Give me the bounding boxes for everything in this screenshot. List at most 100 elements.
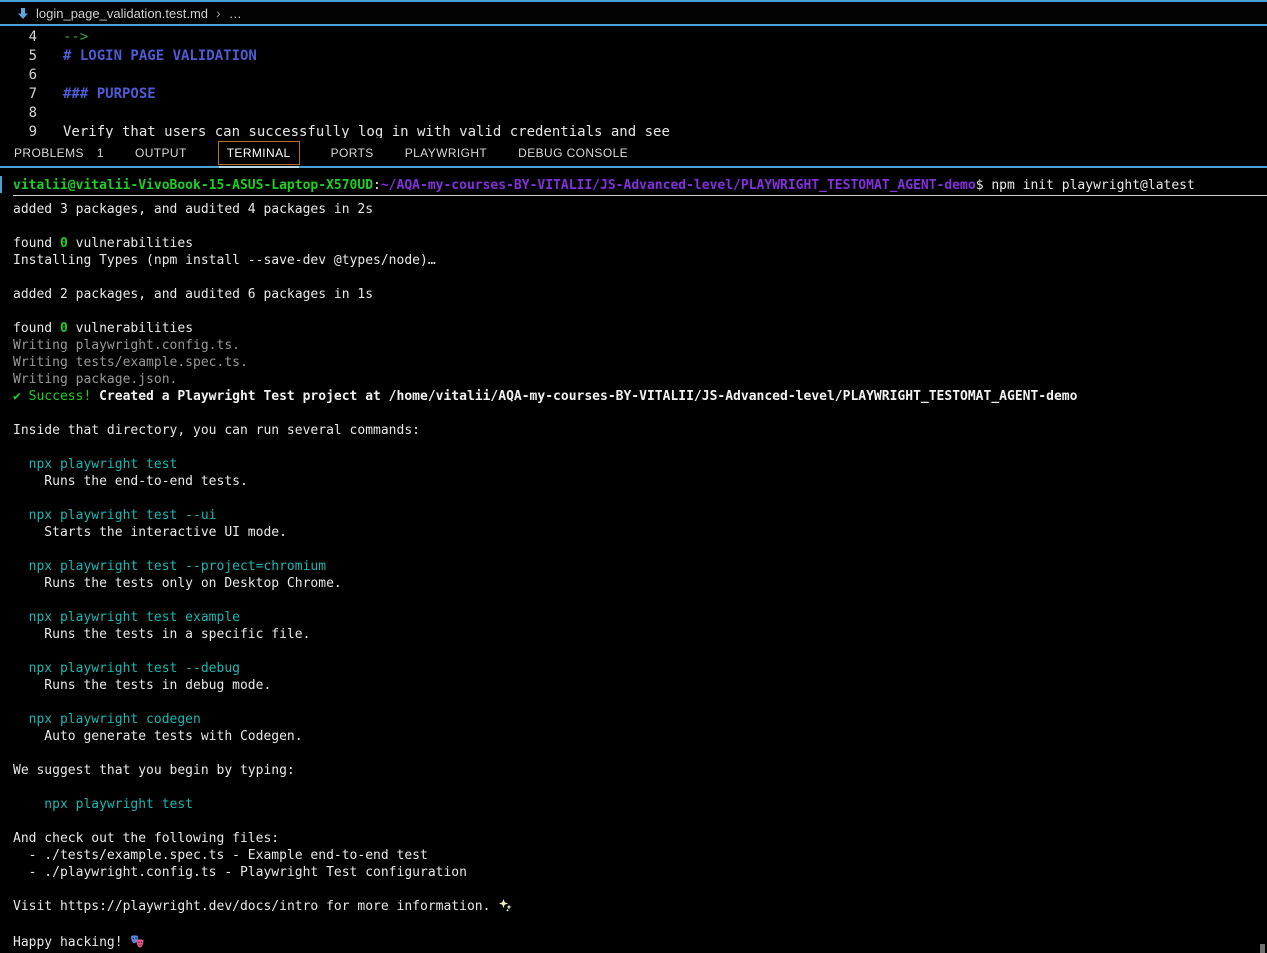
line-number: 7 [0,85,37,104]
terminal-text: Runs the tests only on Desktop Chrome. [13,576,342,591]
tab-badge: 1 [97,146,104,160]
editor-line: 4--> [0,28,1267,47]
tab-ports[interactable]: PORTS [331,141,374,165]
terminal-line [13,303,1267,320]
terminal-line [13,745,1267,762]
terminal[interactable]: vitalii@vitalii-VivoBook-15-ASUS-Laptop-… [0,170,1267,953]
tab-debug-console[interactable]: DEBUG CONSOLE [518,141,628,165]
terminal-line [13,643,1267,660]
tab-problems[interactable]: PROBLEMS 1 [14,141,104,165]
terminal-text: Inside that directory, you can run sever… [13,423,420,438]
tab-label: DEBUG CONSOLE [518,146,628,160]
prompt-cwd: ~/AQA-my-courses-BY-VITALII/JS-Advanced-… [381,178,976,193]
terminal-line: Inside that directory, you can run sever… [13,422,1267,439]
playwright-docs-link[interactable]: https://playwright.dev/docs/intro [60,899,318,914]
terminal-text: npx playwright test [13,797,193,812]
terminal-line: added 2 packages, and audited 6 packages… [13,286,1267,303]
markdown-file-icon [17,7,29,20]
terminal-text: Runs the tests in a specific file. [13,627,310,642]
theater-masks-icon [130,935,145,953]
terminal-line: npx playwright test --project=chromium [13,558,1267,575]
terminal-line: npx playwright test --ui [13,507,1267,524]
terminal-line: Auto generate tests with Codegen. [13,728,1267,745]
terminal-text: npx playwright test --project=chromium [13,559,326,574]
terminal-line: Visit https://playwright.dev/docs/intro … [13,898,1267,917]
command-decoration-icon [1,946,10,953]
tab-label: TERMINAL [227,146,291,160]
terminal-line: Writing package.json. [13,371,1267,388]
terminal-text: We suggest that you begin by typing: [13,763,295,778]
terminal-text: Writing playwright.config.ts. [13,338,240,353]
tab-terminal[interactable]: TERMINAL [218,141,300,165]
terminal-line [13,779,1267,796]
tab-output[interactable]: OUTPUT [135,141,187,165]
prompt-colon: : [373,178,381,193]
terminal-line [13,592,1267,609]
terminal-text: Writing tests/example.spec.ts. [13,355,248,370]
terminal-line [13,439,1267,456]
line-number: 5 [0,47,37,66]
terminal-line: Starts the interactive UI mode. [13,524,1267,541]
terminal-scrollbar[interactable] [1260,944,1265,953]
terminal-line [13,541,1267,558]
tab-label: PROBLEMS [14,146,84,160]
success-check: ✔ Success! [13,389,99,404]
terminal-line: Writing playwright.config.ts. [13,337,1267,354]
editor[interactable]: 4-->5# LOGIN PAGE VALIDATION67### PURPOS… [0,28,1267,138]
terminal-line: Installing Types (npm install --save-dev… [13,252,1267,269]
terminal-text: npx playwright codegen [13,712,201,727]
terminal-text: added 2 packages, and audited 6 packages… [13,287,373,302]
terminal-text: Created a Playwright Test project at /ho… [99,389,1077,404]
terminal-text: Starts the interactive UI mode. [13,525,287,540]
terminal-line [13,813,1267,830]
terminal-text: Happy hacking! [13,935,130,950]
sparkles-icon [498,898,512,917]
terminal-line: Runs the tests only on Desktop Chrome. [13,575,1267,592]
terminal-line: We suggest that you begin by typing: [13,762,1267,779]
terminal-line [13,694,1267,711]
terminal-text: npx playwright test [13,457,177,472]
terminal-text: And check out the following files: [13,831,279,846]
terminal-text: Writing package.json. [13,372,177,387]
terminal-text: 0 [60,236,68,251]
terminal-line: npx playwright codegen [13,711,1267,728]
editor-line-text: # LOGIN PAGE VALIDATION [63,47,257,66]
editor-line-text: Verify that users can successfully log i… [63,123,670,138]
breadcrumb-file-name[interactable]: login_page_validation.test.md [36,6,208,21]
terminal-line: npx playwright test [13,456,1267,473]
command-decoration-icon [0,176,2,193]
terminal-text: 0 [60,321,68,336]
terminal-text: - ./playwright.config.ts - Playwright Te… [13,865,467,880]
editor-line: 8 [0,104,1267,123]
terminal-line: added 3 packages, and audited 4 packages… [13,201,1267,218]
terminal-line: Runs the tests in debug mode. [13,677,1267,694]
terminal-text: Visit [13,899,60,914]
editor-line-text: ### PURPOSE [63,85,156,104]
terminal-text: found [13,321,60,336]
terminal-line: - ./playwright.config.ts - Playwright Te… [13,864,1267,881]
tab-playwright[interactable]: PLAYWRIGHT [405,141,487,165]
breadcrumb[interactable]: login_page_validation.test.md › … [0,2,1267,26]
terminal-line: - ./tests/example.spec.ts - Example end-… [13,847,1267,864]
terminal-text: vulnerabilities [68,321,193,336]
terminal-line: npx playwright test [13,796,1267,813]
terminal-text: for more information. [318,899,498,914]
terminal-text: npx playwright test --ui [13,508,217,523]
terminal-line: npx playwright test example [13,609,1267,626]
tab-label: PORTS [331,146,374,160]
line-number: 9 [0,123,37,138]
chevron-right-icon: › [216,5,221,21]
terminal-text: Auto generate tests with Codegen. [13,729,303,744]
editor-line-text: --> [63,28,88,47]
terminal-line: vitalii@vitalii-VivoBook-15-ASUS-Laptop-… [13,177,1267,196]
terminal-text: Runs the tests in debug mode. [13,678,271,693]
terminal-line: found 0 vulnerabilities [13,235,1267,252]
terminal-text: Installing Types (npm install --save-dev… [13,253,436,268]
terminal-line: npx playwright test --debug [13,660,1267,677]
terminal-text: npx playwright test example [13,610,240,625]
terminal-line [13,405,1267,422]
terminal-line: found 0 vulnerabilities [13,320,1267,337]
prompt-dollar: $ [976,178,992,193]
terminal-line: ✔ Success! Created a Playwright Test pro… [13,388,1267,405]
breadcrumb-ellipsis[interactable]: … [229,6,242,21]
